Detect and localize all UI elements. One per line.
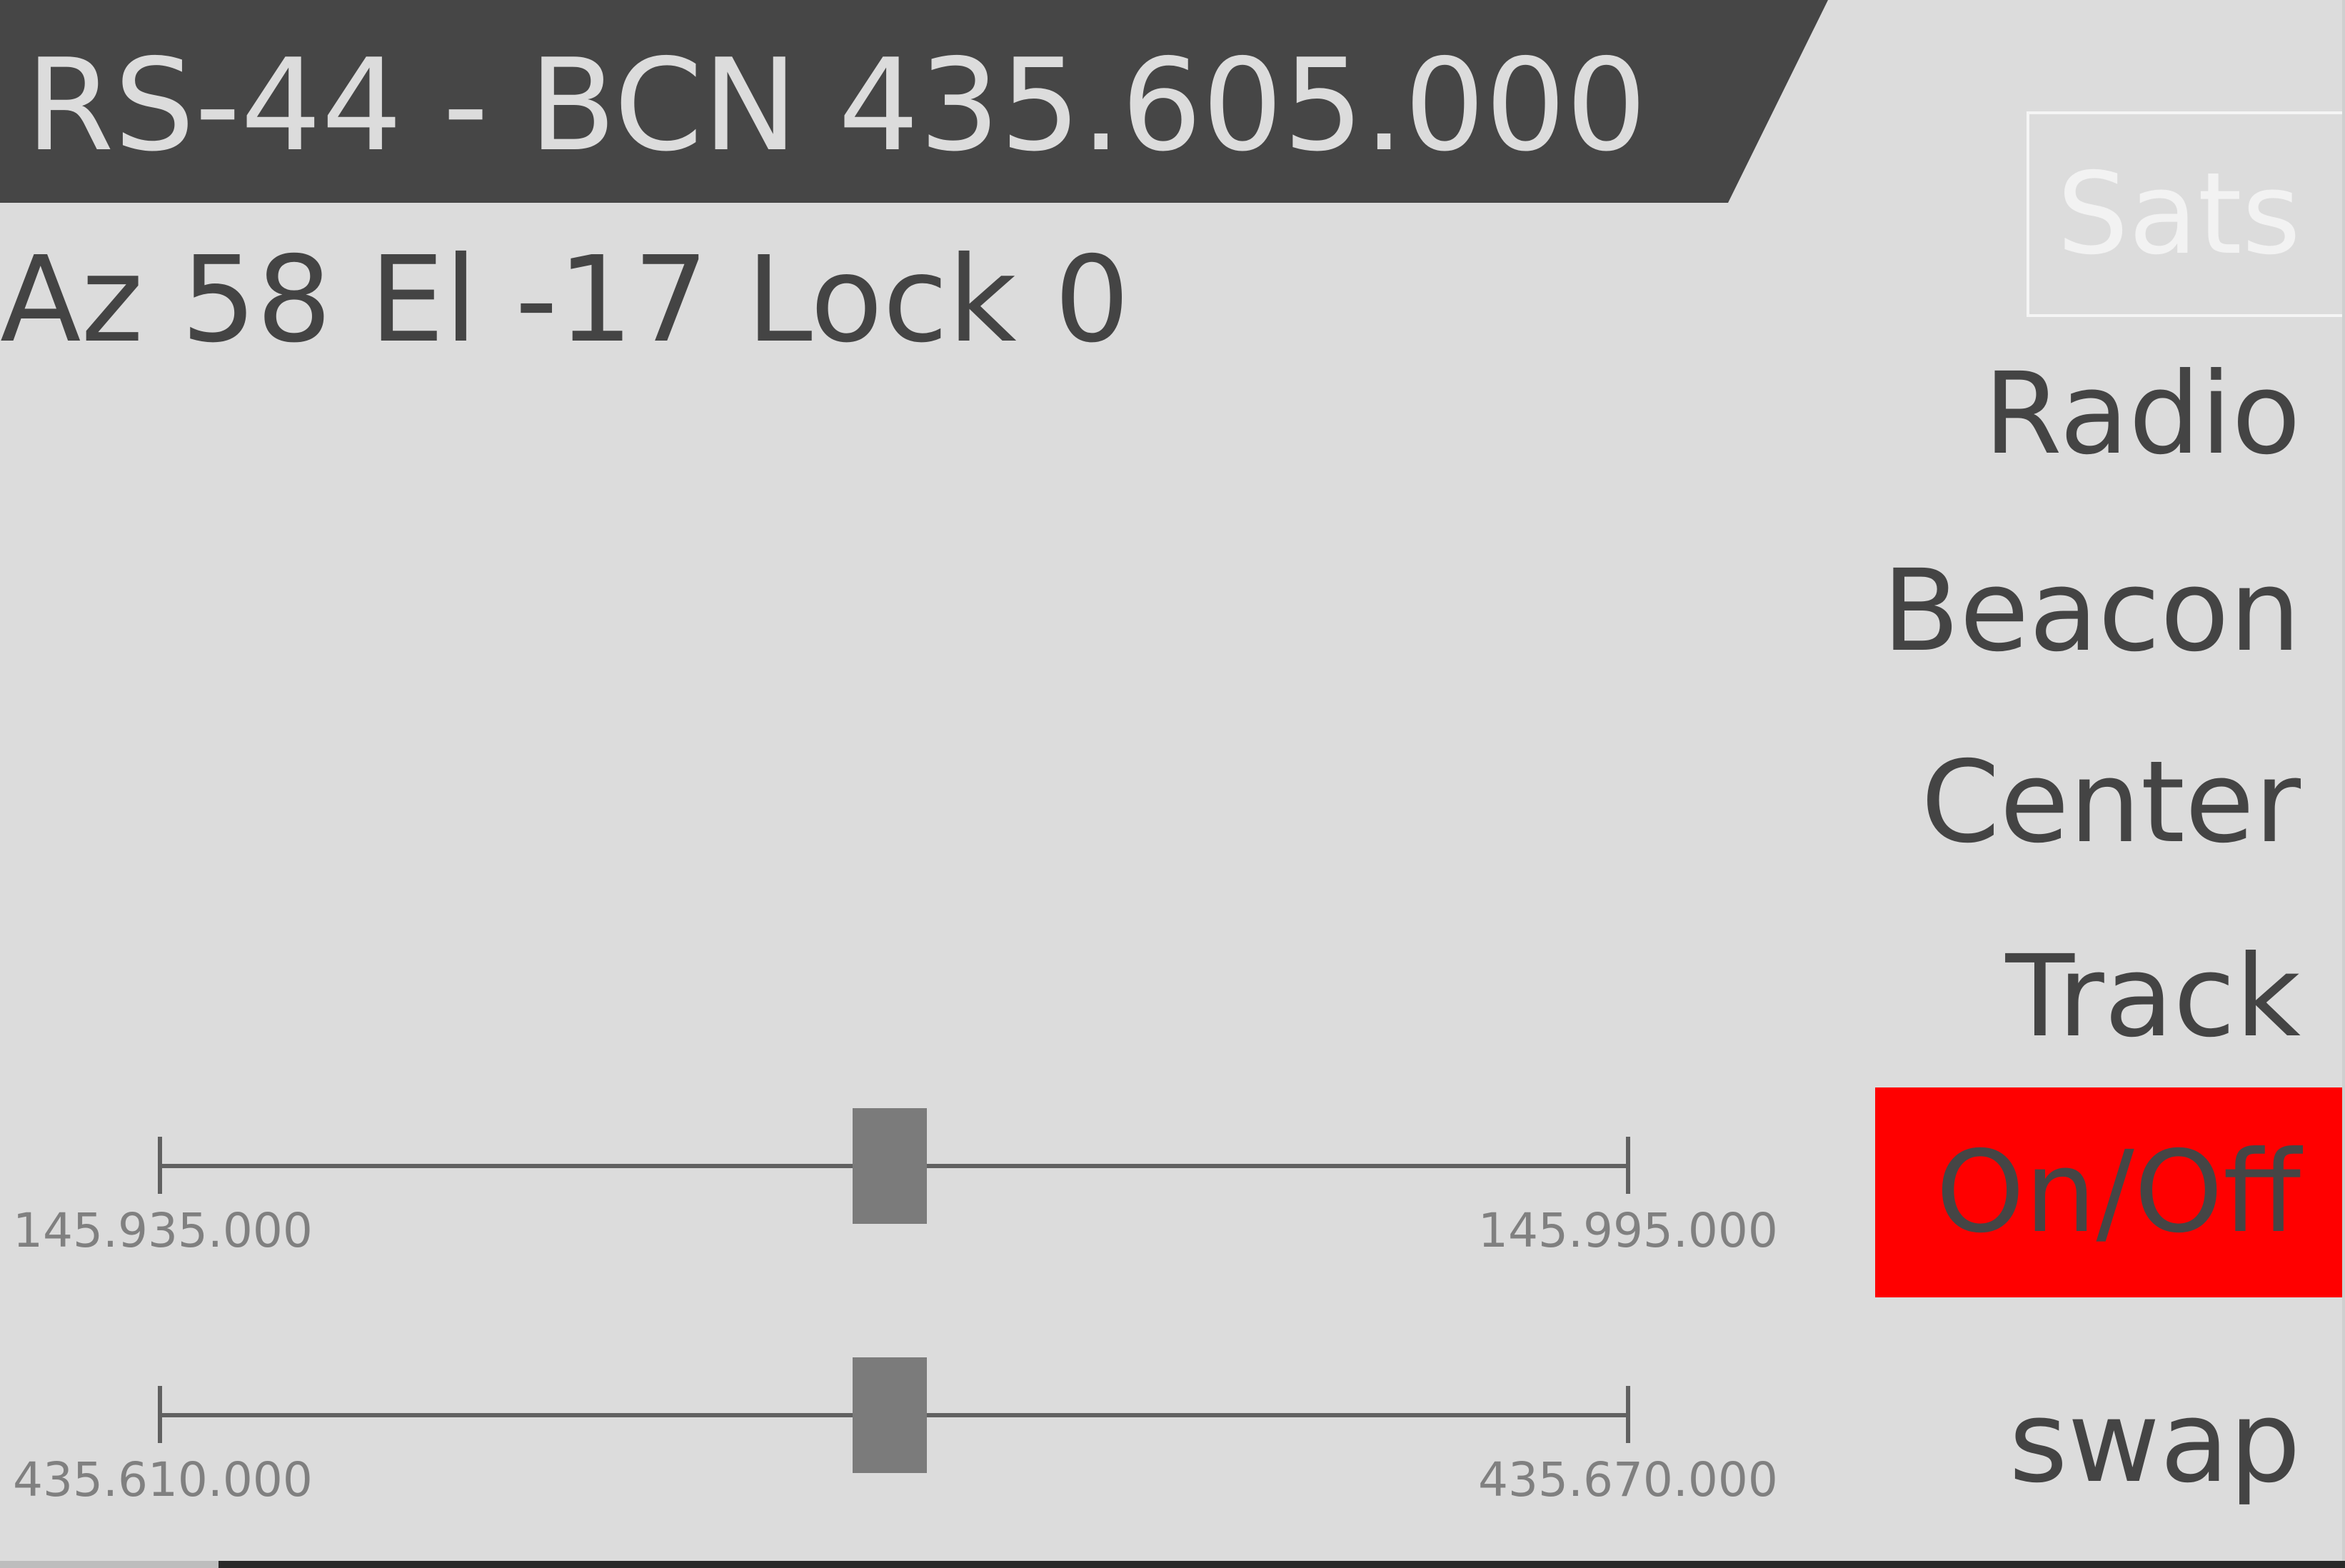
slider-max-tick — [1626, 1137, 1630, 1194]
track-button[interactable]: Track — [2006, 933, 2301, 1061]
radio-button[interactable]: Radio — [1984, 350, 2301, 478]
downlink-frequency-slider[interactable]: 435.610.000 435.670.000 — [0, 1357, 1799, 1507]
slider-thumb[interactable] — [852, 1108, 927, 1224]
sats-button[interactable]: Sats — [2027, 111, 2345, 317]
right-edge-border — [2342, 0, 2345, 1568]
slider-max-label: 145.995.000 — [1478, 1203, 1778, 1258]
slider-min-label: 145.935.000 — [13, 1203, 313, 1258]
bottom-edge-strip-left — [0, 1561, 219, 1568]
swap-button[interactable]: swap — [2009, 1378, 2301, 1507]
sats-button-label: Sats — [2057, 149, 2301, 280]
bottom-edge-strip — [0, 1561, 2345, 1568]
az-el-lock-status: Az 58 El -17 Lock 0 — [0, 231, 1130, 369]
slider-min-tick — [158, 1137, 162, 1194]
on-off-button[interactable]: On/Off — [1875, 1087, 2345, 1297]
slider-max-label: 435.670.000 — [1478, 1452, 1778, 1507]
center-button[interactable]: Center — [1921, 738, 2301, 867]
on-off-button-label: On/Off — [1936, 1127, 2301, 1258]
beacon-button[interactable]: Beacon — [1882, 547, 2301, 675]
slider-max-tick — [1626, 1386, 1630, 1443]
satellite-title: RS-44 - BCN 435.605.000 — [26, 31, 1647, 179]
slider-min-tick — [158, 1386, 162, 1443]
slider-thumb[interactable] — [852, 1357, 927, 1473]
uplink-frequency-slider[interactable]: 145.935.000 145.995.000 — [0, 1108, 1799, 1258]
slider-min-label: 435.610.000 — [13, 1452, 313, 1507]
